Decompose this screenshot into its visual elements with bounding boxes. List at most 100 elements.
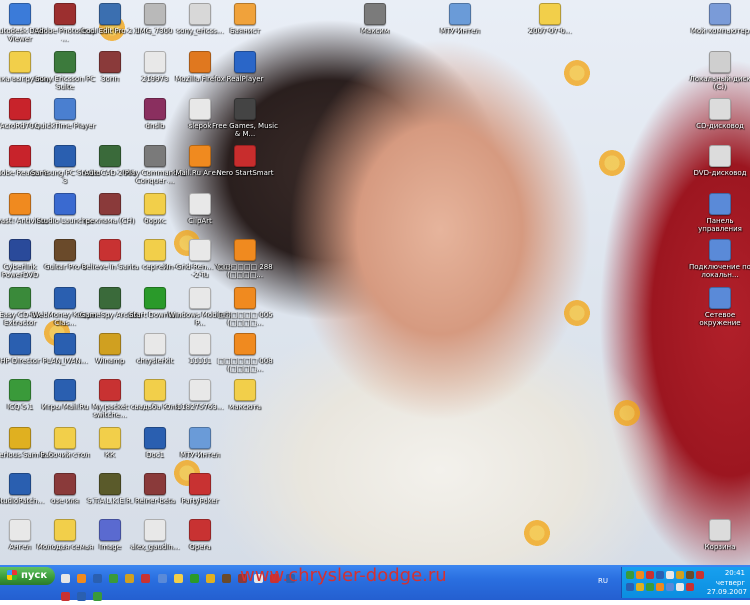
opera-icon[interactable] (141, 574, 151, 583)
start-button[interactable]: пуск (0, 567, 55, 585)
guitar-pro-icon[interactable] (221, 574, 231, 583)
desktop-icon[interactable]: RealPlayer (210, 51, 280, 83)
desktop-icon[interactable]: Баянист (210, 3, 280, 35)
desktop-icon[interactable]: Nero StartSmart (210, 145, 280, 177)
tray-app-icon[interactable] (656, 583, 664, 591)
desktop-icon[interactable]: ClipArt (165, 193, 235, 225)
shortcut-icon (189, 427, 211, 449)
desktop-icon-label: Сетевое окружение (699, 311, 741, 327)
network-icon[interactable] (157, 574, 167, 583)
game-icon[interactable] (205, 574, 215, 583)
desktop-icon[interactable]: CD-дисковод (685, 98, 750, 130)
desktop-icon[interactable]: 2007-07-0... (515, 3, 585, 35)
firefox-icon[interactable] (77, 574, 87, 583)
shortcut-icon (99, 287, 121, 309)
shortcut-icon (144, 239, 166, 261)
desktop-icon[interactable]: МТУ-Интел (165, 427, 235, 459)
shortcut-icon (234, 287, 256, 309)
tray-app-icon[interactable] (686, 583, 694, 591)
desktop-icon[interactable]: Подключение по локальн... (685, 239, 750, 279)
desktop-icon-label: PartyPoker (181, 497, 219, 505)
shortcut-icon (9, 239, 31, 261)
icq-icon[interactable] (189, 574, 199, 583)
tray-app-icon[interactable] (666, 571, 674, 579)
desktop-icon-label: □□□□□□ 005 (□□□□... (217, 311, 273, 327)
shortcut-icon (234, 51, 256, 73)
tray-app-icon[interactable] (686, 571, 694, 579)
tray-volume-icon[interactable] (666, 583, 674, 591)
desktop-icon-label: Opera (189, 543, 211, 551)
tray-app-icon[interactable] (646, 583, 654, 591)
shortcut-icon (709, 3, 731, 25)
desktop-icon[interactable]: МТУ-Интел (425, 3, 495, 35)
winamp-icon[interactable] (125, 574, 135, 583)
desktop-icon[interactable]: □□□□□□ 008 (□□□□... (210, 333, 280, 373)
desktop-icon[interactable]: Максим (340, 3, 410, 35)
shortcut-icon (539, 3, 561, 25)
desktop-icon-label: DVD-дисковод (693, 169, 747, 177)
clock-time[interactable]: 20:41 (725, 569, 745, 577)
desktop-icon[interactable]: Корзина (685, 519, 750, 551)
windows-logo-icon (7, 570, 17, 580)
shortcut-icon (189, 98, 211, 120)
shortcut-icon (144, 379, 166, 401)
tray-app-icon[interactable] (646, 571, 654, 579)
desktop-icon[interactable]: DVD-дисковод (685, 145, 750, 177)
shortcut-icon (9, 98, 31, 120)
shortcut-icon (189, 519, 211, 541)
shortcut-icon (9, 193, 31, 215)
shortcut-icon (189, 145, 211, 167)
desktop-icon[interactable]: QuickTime Player (30, 98, 100, 130)
desktop-icon[interactable]: Панель управления (685, 193, 750, 233)
tray-app-icon[interactable] (636, 583, 644, 591)
language-indicator[interactable]: RU (598, 577, 608, 585)
desktop-icon[interactable]: максюта (210, 379, 280, 411)
shortcut-icon (234, 379, 256, 401)
desktop-icon[interactable]: Локальный диск (C:) (685, 51, 750, 91)
shortcut-icon (144, 98, 166, 120)
desktop-icon[interactable]: □□□□□□ 288 (□□□□... (210, 239, 280, 279)
shortcut-icon (234, 145, 256, 167)
shortcut-icon (54, 239, 76, 261)
shortcut-icon (9, 51, 31, 73)
shortcut-icon (54, 287, 76, 309)
desktop-icon-label: МТУ-Интел (180, 451, 220, 459)
folder-icon[interactable] (173, 574, 183, 583)
tray-app-icon[interactable] (676, 571, 684, 579)
tray-app-icon[interactable] (656, 571, 664, 579)
desktop-icon[interactable]: Сетевое окружение (685, 287, 750, 327)
shortcut-icon (234, 333, 256, 355)
desktop-icon[interactable]: PartyPoker (165, 473, 235, 505)
shortcut-icon (99, 379, 121, 401)
shortcut-icon (144, 287, 166, 309)
shortcut-icon (189, 287, 211, 309)
desktop-icon-label: RealPlayer (226, 75, 264, 83)
tray-network-icon[interactable] (626, 583, 634, 591)
desktop-icon[interactable]: □□□□□□ 005 (□□□□... (210, 287, 280, 327)
desktop-icon[interactable]: Free Games, Music & M... (210, 98, 280, 138)
shortcut-icon (144, 427, 166, 449)
tray-app-icon[interactable] (696, 571, 704, 579)
shortcut-icon (9, 379, 31, 401)
show-desktop-icon[interactable] (61, 574, 70, 583)
shortcut-icon (54, 379, 76, 401)
word-icon[interactable] (93, 574, 103, 583)
shortcut-icon (99, 239, 121, 261)
desktop-icon-label: Баянист (229, 27, 261, 35)
excel-icon[interactable] (109, 574, 119, 583)
shortcut-icon (54, 193, 76, 215)
shortcut-icon (144, 193, 166, 215)
tray-avast-icon[interactable] (636, 571, 644, 579)
tray-icq-icon[interactable] (626, 571, 634, 579)
desktop-icon-label: Максим (360, 27, 390, 35)
shortcut-icon (9, 427, 31, 449)
clock-day: четверг (715, 579, 745, 587)
shortcut-icon (99, 3, 121, 25)
desktop-icon[interactable]: Мой компьютер (685, 3, 750, 35)
shortcut-icon (99, 473, 121, 495)
desktop-icon[interactable]: Opera (165, 519, 235, 551)
shortcut-icon (189, 3, 211, 25)
shortcut-icon (709, 287, 731, 309)
shortcut-icon (54, 473, 76, 495)
tray-app-icon[interactable] (676, 583, 684, 591)
